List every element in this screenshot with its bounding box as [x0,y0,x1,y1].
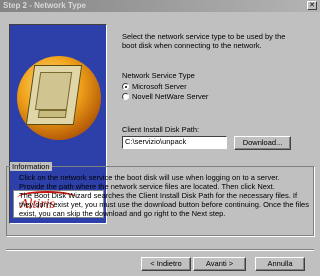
description-line-1: Select the network service type to be us… [122,32,286,41]
information-group: Information Click on the network service… [6,162,314,236]
close-icon[interactable]: ✕ [307,1,317,10]
information-label: Information [10,162,52,171]
info-line-2: Provide the path where the network servi… [19,182,275,191]
title-bar[interactable]: Step 2 - Network Type ✕ [0,0,320,12]
option-novell-label[interactable]: Novell NetWare Server [132,92,208,101]
description-line-2: boot disk when connecting to the network… [122,41,262,50]
info-line-4: they don't exist yet, you must use the d… [19,200,309,209]
info-line-3: The Boot Disk Wizard searches the Client… [19,191,298,200]
info-line-1: Click on the network service the boot di… [19,173,280,182]
option-microsoft-label[interactable]: Microsoft Server [132,82,187,91]
back-button[interactable]: < Indietro [141,257,191,271]
info-line-5: exist, you can skip the download and go … [19,209,226,218]
footer-separator [6,249,314,251]
radio-microsoft-server[interactable] [122,83,129,90]
service-type-label: Network Service Type [122,71,195,80]
cancel-button[interactable]: Annulla [255,257,305,271]
next-button[interactable]: Avanti > [193,257,246,271]
client-path-input[interactable]: C:\servizio\unpack [122,136,227,149]
client-path-label: Client Install Disk Path: [122,125,200,134]
window-title: Step 2 - Network Type [3,1,86,10]
download-button[interactable]: Download... [234,136,291,150]
boot-disk-icon [25,65,83,125]
radio-novell-server[interactable] [122,93,129,100]
